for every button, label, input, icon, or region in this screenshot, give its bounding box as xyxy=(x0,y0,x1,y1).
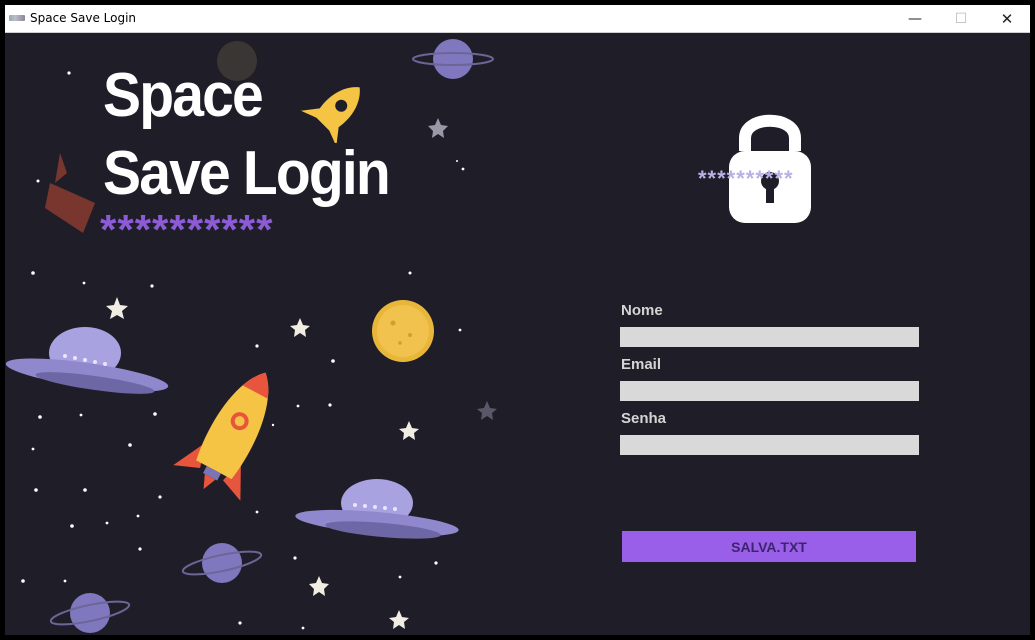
close-button[interactable]: ✕ xyxy=(984,5,1030,32)
sun-icon xyxy=(372,300,434,362)
planet-mid-icon xyxy=(181,543,263,583)
lock-password-mask: ********** xyxy=(698,166,794,191)
nome-input[interactable] xyxy=(620,327,919,347)
planet-top-icon xyxy=(412,39,494,79)
title-bar[interactable]: Space Save Login — ☐ ✕ xyxy=(5,5,1030,33)
faded-rocket-icon xyxy=(45,153,95,233)
logo-title-line1: Space xyxy=(103,61,264,130)
lock-emblem: ********** xyxy=(695,103,845,233)
logo-password-mask: ********** xyxy=(100,206,274,253)
email-label: Email xyxy=(621,356,662,373)
senha-input[interactable] xyxy=(620,435,919,455)
logo-title-line2: Save Login xyxy=(103,139,391,208)
senha-label: Senha xyxy=(621,410,667,427)
space-illustration: Space Save Login ********** xyxy=(5,33,505,635)
email-input[interactable] xyxy=(620,381,919,401)
rocket-illustration-icon xyxy=(173,372,269,501)
app-icon xyxy=(9,15,25,21)
ufo-left-icon xyxy=(5,327,169,394)
save-button[interactable]: SALVA.TXT xyxy=(622,531,916,562)
planet-bottom-icon xyxy=(49,593,131,633)
minimize-button[interactable]: — xyxy=(892,5,938,32)
ufo-right-icon xyxy=(295,479,459,539)
maximize-button[interactable]: ☐ xyxy=(938,5,984,32)
client-area: Space Save Login ********** ********** N… xyxy=(5,33,1030,635)
nome-label: Nome xyxy=(621,302,663,319)
window-title: Space Save Login xyxy=(30,11,137,25)
app-window: Space Save Login — ☐ ✕ Space Save Login … xyxy=(5,5,1030,635)
rocket-icon xyxy=(300,87,360,143)
